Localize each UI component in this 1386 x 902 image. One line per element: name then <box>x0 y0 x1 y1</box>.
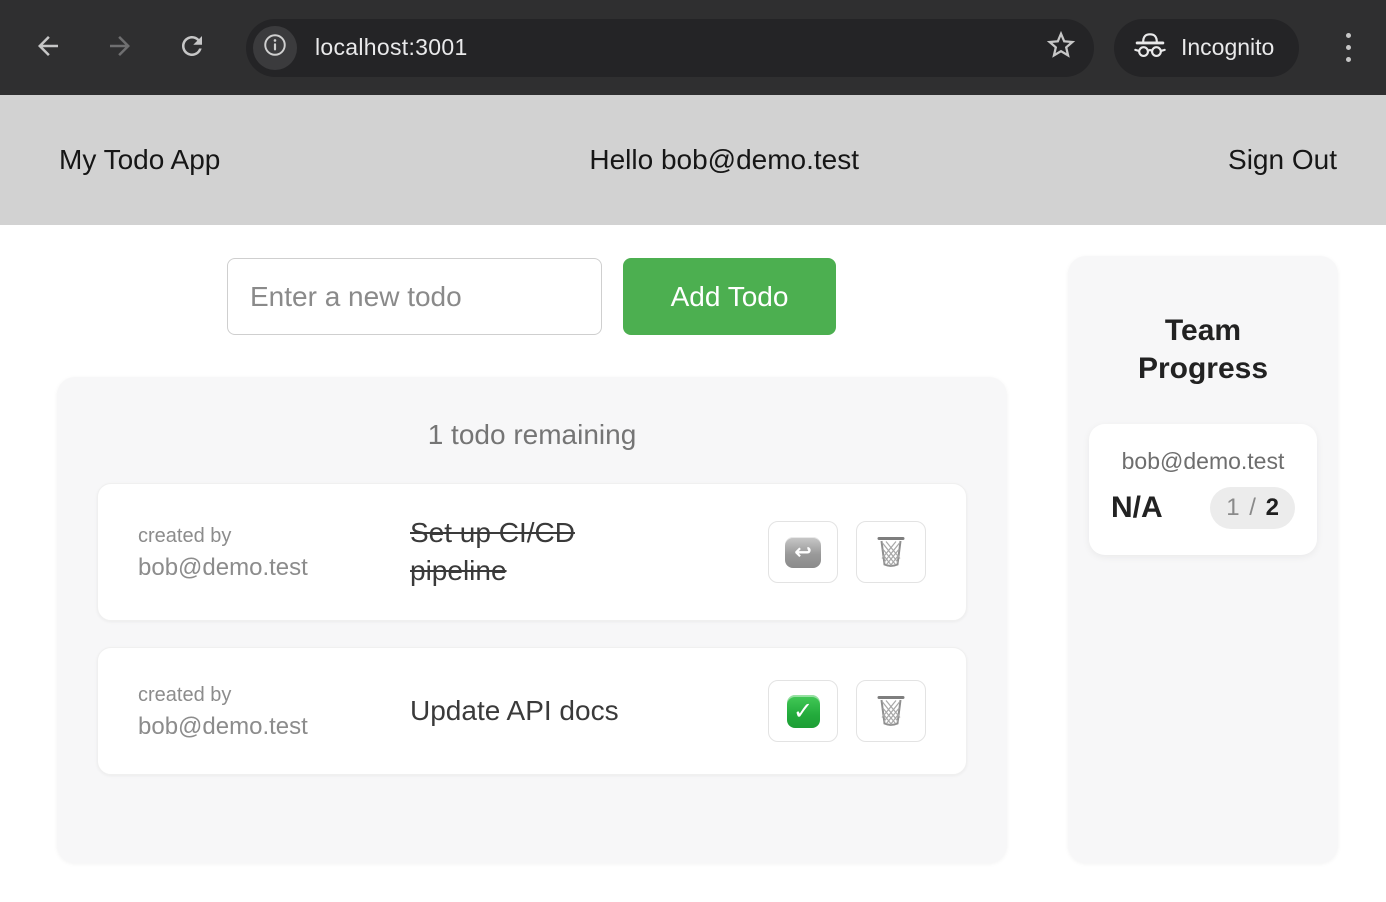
wastebasket-icon <box>876 693 906 730</box>
wastebasket-icon <box>876 534 906 571</box>
member-email: bob@demo.test <box>1111 448 1295 475</box>
creator-email: bob@demo.test <box>138 711 338 743</box>
arrow-right-icon <box>105 31 135 64</box>
user-greeting: Hello bob@demo.test <box>589 144 859 176</box>
todos-remaining-text: 1 todo remaining <box>97 419 967 451</box>
app-header: My Todo App Hello bob@demo.test Sign Out <box>0 95 1386 225</box>
url-text: localhost:3001 <box>315 34 468 61</box>
bookmark-star-icon[interactable] <box>1044 28 1078 67</box>
delete-todo-button[interactable] <box>856 680 926 742</box>
check-mark-icon: ✓ <box>787 695 820 728</box>
app-title: My Todo App <box>59 144 220 176</box>
member-progress-row: N/A 1 / 2 <box>1111 487 1295 529</box>
progress-badge: 1 / 2 <box>1210 487 1295 529</box>
delete-todo-button[interactable] <box>856 521 926 583</box>
address-bar[interactable]: localhost:3001 <box>246 19 1094 77</box>
arrow-left-icon <box>33 31 63 64</box>
todo-item: created by bob@demo.test Set up CI/CD pi… <box>97 483 967 621</box>
todo-text: Set up CI/CD pipeline <box>410 514 666 590</box>
new-todo-input[interactable] <box>227 258 602 335</box>
todo-text: Update API docs <box>410 692 666 730</box>
creator-email: bob@demo.test <box>138 552 338 584</box>
undo-arrow-icon: ↩ <box>785 537 821 568</box>
team-progress-title: Team Progress <box>1113 312 1293 388</box>
incognito-icon <box>1132 31 1168 64</box>
refresh-icon <box>177 31 207 64</box>
toggle-complete-button[interactable]: ↩ <box>768 521 838 583</box>
menu-dot <box>1346 33 1351 38</box>
progress-separator: / <box>1249 494 1256 521</box>
info-icon <box>262 32 288 63</box>
team-progress-panel: Team Progress bob@demo.test N/A 1 / 2 <box>1068 256 1338 863</box>
browser-toolbar: localhost:3001 Incognito <box>0 0 1386 95</box>
created-by-label: created by <box>138 520 338 552</box>
todo-actions: ↩ <box>768 521 926 583</box>
menu-dot <box>1346 57 1351 62</box>
main-content: Add Todo 1 todo remaining created by bob… <box>0 225 1386 902</box>
todo-list-panel: 1 todo remaining created by bob@demo.tes… <box>57 377 1007 863</box>
back-button[interactable] <box>25 25 71 71</box>
forward-button[interactable] <box>97 25 143 71</box>
progress-total: 2 <box>1266 494 1279 521</box>
created-by-label: created by <box>138 679 338 711</box>
todo-item: created by bob@demo.test Update API docs… <box>97 647 967 775</box>
member-status: N/A <box>1111 491 1163 525</box>
todo-meta: created by bob@demo.test <box>138 679 338 743</box>
incognito-badge: Incognito <box>1114 19 1299 77</box>
incognito-label: Incognito <box>1181 34 1274 61</box>
reload-button[interactable] <box>169 25 215 71</box>
todo-actions: ✓ <box>768 680 926 742</box>
team-member-card: bob@demo.test N/A 1 / 2 <box>1089 424 1317 555</box>
toggle-complete-button[interactable]: ✓ <box>768 680 838 742</box>
sign-out-button[interactable]: Sign Out <box>1228 144 1337 176</box>
menu-dot <box>1346 45 1351 50</box>
page-info-button[interactable] <box>253 26 297 70</box>
progress-completed: 1 <box>1226 494 1239 521</box>
add-todo-button[interactable]: Add Todo <box>623 258 836 335</box>
todo-meta: created by bob@demo.test <box>138 520 338 584</box>
browser-menu-button[interactable] <box>1328 25 1368 71</box>
